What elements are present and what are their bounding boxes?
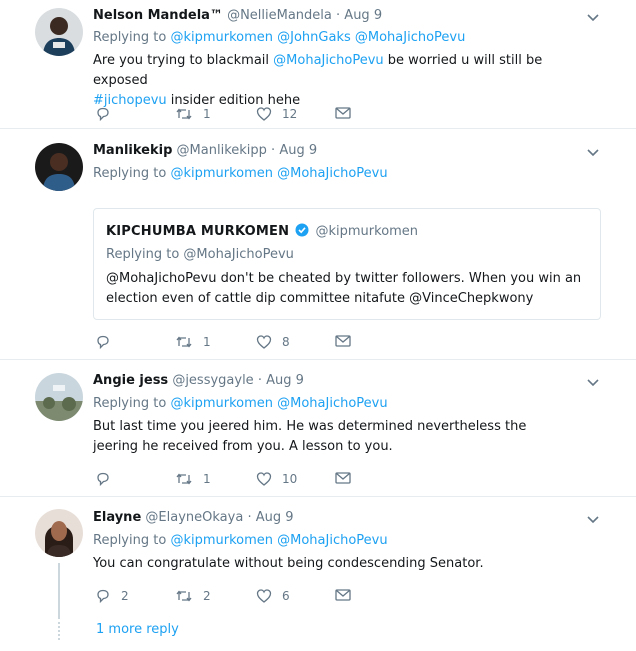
user-handle: @kipmurkomen [315, 224, 419, 239]
timestamp[interactable]: Aug 9 [256, 510, 294, 525]
avatar[interactable] [35, 509, 83, 557]
display-name: KIPCHUMBA MURKOMEN [106, 224, 290, 239]
replying-to: Replying to @kipmurkomen @MohaJichoPevu [93, 166, 388, 181]
retweet-icon [176, 336, 192, 348]
direct-message-button[interactable] [335, 334, 351, 348]
quoted-tweet[interactable]: KIPCHUMBA MURKOMEN @kipmurkomen Replying… [93, 208, 601, 320]
tweet-header: Manlikekip @Manlikekipp · Aug 9 [93, 143, 318, 158]
quoted-tweet-header: KIPCHUMBA MURKOMEN @kipmurkomen [106, 223, 418, 239]
user-handle[interactable]: @jessygayle [172, 373, 253, 388]
reply-button[interactable] [95, 106, 121, 122]
retweet-button[interactable]: 1 [175, 106, 211, 122]
chevron-down-icon[interactable] [586, 145, 600, 159]
tweet-header: Angie jess @jessygayle · Aug 9 [93, 373, 304, 388]
reply-icon [97, 107, 109, 122]
direct-message-button[interactable] [335, 106, 351, 120]
reply-button[interactable]: 2 [95, 588, 129, 604]
like-button[interactable]: 6 [256, 588, 290, 604]
mention-link[interactable]: @MohaJichoPevu [273, 53, 383, 68]
user-handle[interactable]: @NellieMandela [227, 8, 332, 23]
user-handle[interactable]: @ElayneOkaya [145, 510, 243, 525]
chevron-down-icon[interactable] [586, 375, 600, 389]
direct-message-button[interactable] [335, 471, 351, 485]
display-name[interactable]: Elayne [93, 510, 141, 525]
replying-to: Replying to @kipmurkomen @MohaJichoPevu [93, 533, 388, 548]
like-button[interactable]: 12 [256, 106, 297, 122]
timestamp[interactable]: Aug 9 [279, 143, 317, 158]
mention-link[interactable]: @kipmurkomen [170, 30, 273, 45]
tweet-2[interactable]: Manlikekip @Manlikekipp · Aug 9 Replying… [0, 129, 636, 360]
retweet-icon [176, 473, 192, 485]
dm-icon [335, 107, 351, 119]
mention-link[interactable]: @JohnGaks [277, 30, 351, 45]
avatar[interactable] [35, 373, 83, 421]
dm-icon [335, 589, 351, 601]
tweet-text: You can congratulate without being conde… [93, 556, 484, 571]
display-name[interactable]: Manlikekip [93, 143, 172, 158]
reply-icon [97, 472, 109, 487]
quoted-replying-to: Replying to @MohaJichoPevu [106, 247, 294, 262]
tweet-3[interactable]: Angie jess @jessygayle · Aug 9 Replying … [0, 360, 636, 497]
tweet-header: Nelson Mandela™ @NellieMandela · Aug 9 [93, 8, 383, 23]
dm-icon [335, 335, 351, 347]
mention-link[interactable]: @kipmurkomen [170, 533, 273, 548]
like-button[interactable]: 8 [256, 334, 290, 350]
like-icon [256, 107, 272, 121]
chevron-down-icon[interactable] [586, 512, 600, 526]
timestamp[interactable]: Aug 9 [344, 8, 382, 23]
tweet-1[interactable]: Nelson Mandela™ @NellieMandela · Aug 9 R… [0, 0, 636, 129]
verified-icon [295, 223, 309, 237]
quoted-tweet-text: @MohaJichoPevu don't be cheated by twitt… [106, 271, 582, 306]
mention-link[interactable]: @MohaJichoPevu [277, 166, 387, 181]
like-icon [256, 589, 272, 603]
chevron-down-icon[interactable] [586, 10, 600, 24]
mention-link[interactable]: @kipmurkomen [170, 396, 273, 411]
mention-link[interactable]: @MohaJichoPevu [277, 533, 387, 548]
retweet-button[interactable]: 1 [175, 471, 211, 487]
replying-to: Replying to @kipmurkomen @MohaJichoPevu [93, 396, 388, 411]
display-name[interactable]: Angie jess [93, 373, 168, 388]
tweet-text: Are you trying to blackmail @MohaJichoPe… [93, 53, 543, 108]
retweet-button[interactable]: 2 [175, 588, 211, 604]
avatar[interactable] [35, 8, 83, 56]
mention-link[interactable]: @MohaJichoPevu [277, 396, 387, 411]
more-replies-link[interactable]: 1 more reply [96, 622, 179, 637]
direct-message-button[interactable] [335, 588, 351, 602]
user-handle[interactable]: @Manlikekipp [177, 143, 267, 158]
like-icon [256, 335, 272, 349]
retweet-icon [176, 108, 192, 120]
thread-connector [58, 563, 60, 619]
like-button[interactable]: 10 [256, 471, 297, 487]
display-name[interactable]: Nelson Mandela™ [93, 8, 223, 23]
dm-icon [335, 472, 351, 484]
tweet-header: Elayne @ElayneOkaya · Aug 9 [93, 510, 294, 525]
mention-link[interactable]: @MohaJichoPevu [355, 30, 465, 45]
reply-icon [97, 589, 109, 604]
thread-continuation-dots [58, 622, 60, 640]
replying-to: Replying to @kipmurkomen @JohnGaks @Moha… [93, 30, 466, 45]
retweet-icon [176, 590, 192, 602]
avatar[interactable] [35, 143, 83, 191]
reply-button[interactable] [95, 471, 121, 487]
timestamp[interactable]: Aug 9 [266, 373, 304, 388]
reply-icon [97, 335, 109, 350]
tweet-text: But last time you jeered him. He was det… [93, 419, 527, 454]
like-icon [256, 472, 272, 486]
reply-button[interactable] [95, 334, 121, 350]
mention-link[interactable]: @kipmurkomen [170, 166, 273, 181]
retweet-button[interactable]: 1 [175, 334, 211, 350]
